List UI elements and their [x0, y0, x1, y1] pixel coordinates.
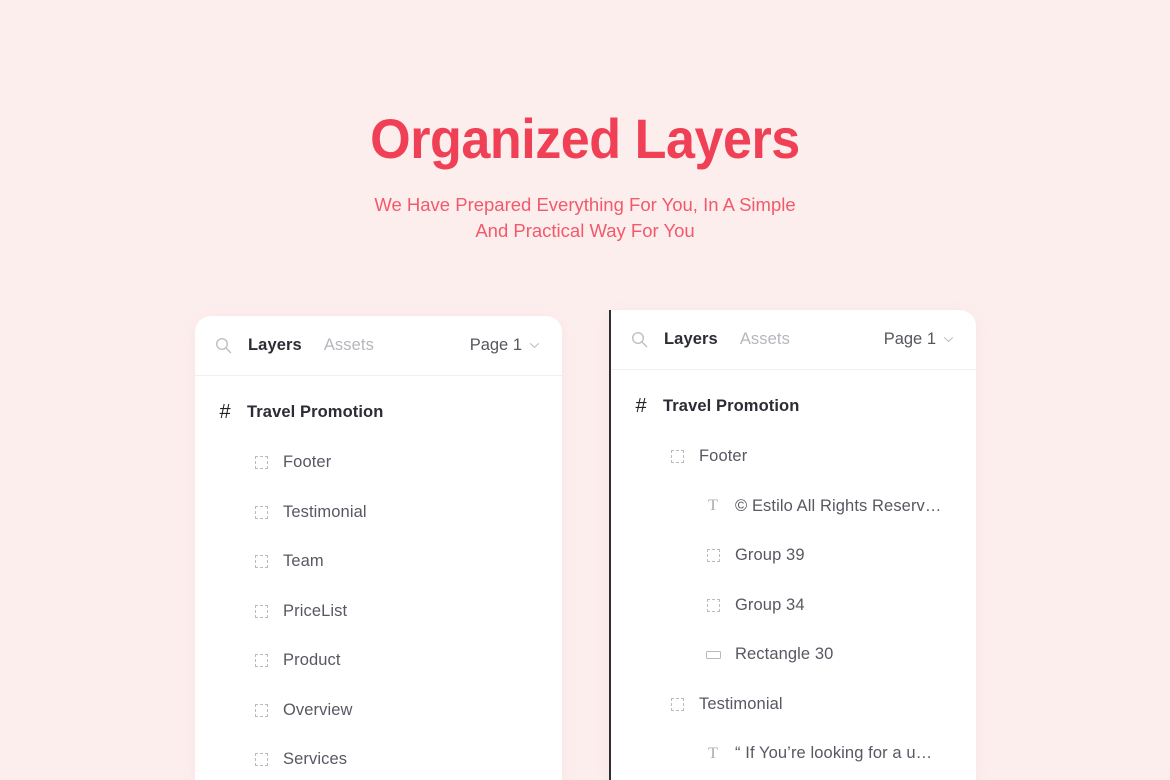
layer-row[interactable]: Group 39	[611, 531, 976, 581]
layer-icon	[251, 750, 271, 770]
frame-icon	[706, 598, 720, 612]
page-selector-label: Page 1	[883, 330, 936, 348]
frame-icon	[670, 697, 684, 711]
layer-row[interactable]: Team	[195, 537, 562, 587]
layer-row[interactable]: T © Estilo All Rights Reserv…	[611, 482, 976, 532]
layer-label: Group 39	[735, 546, 805, 565]
hero-section: Organized Layers We Have Prepared Everyt…	[0, 0, 1170, 245]
layer-row[interactable]: Rectangle 30	[611, 630, 976, 680]
layer-label: Footer	[699, 447, 748, 466]
layer-label: Rectangle 30	[735, 645, 834, 664]
layer-label: Team	[283, 552, 324, 571]
layer-row[interactable]: Footer	[611, 432, 976, 482]
layer-list-left: # Travel Promotion Footer Testimonial Team Pr…	[195, 376, 562, 780]
frame-icon	[670, 450, 684, 464]
layer-label: Services	[283, 750, 348, 769]
layer-label: Travel Promotion	[663, 396, 800, 415]
page-subtitle: We Have Prepared Everything For You, In …	[0, 192, 1170, 246]
layer-row[interactable]: T “ If You’re looking for a u…	[611, 729, 976, 779]
layer-icon	[703, 595, 723, 615]
layer-label: Testimonial	[699, 694, 783, 713]
frame-icon	[254, 654, 268, 668]
frame-icon	[254, 604, 268, 618]
text-icon: T	[708, 744, 718, 762]
layer-icon	[251, 651, 271, 671]
layer-label: © Estilo All Rights Reserv…	[735, 496, 942, 515]
layer-icon	[667, 447, 687, 467]
page-selector[interactable]: Page 1	[470, 336, 540, 355]
layer-row[interactable]: Testimonial	[195, 488, 562, 538]
frame-icon	[254, 505, 268, 519]
page-subtitle-line-2: And Practical Way For You	[475, 220, 695, 242]
layer-row[interactable]: PriceList	[195, 587, 562, 637]
layer-icon: #	[215, 402, 235, 422]
layer-label: PriceList	[283, 601, 348, 620]
layer-row[interactable]: # Travel Promotion	[611, 380, 976, 432]
layer-icon	[251, 601, 271, 621]
layer-label: Travel Promotion	[247, 402, 384, 421]
layer-icon	[251, 552, 271, 572]
layer-row[interactable]: Footer	[195, 438, 562, 488]
layer-icon: T	[703, 496, 723, 516]
layer-row[interactable]: Product	[195, 636, 562, 686]
layer-label: Group 34	[735, 595, 805, 614]
layer-row[interactable]: Group 34	[611, 581, 976, 631]
layer-icon	[703, 546, 723, 566]
chevron-down-icon	[943, 337, 954, 342]
frame-icon	[254, 456, 268, 470]
layer-icon: #	[631, 396, 651, 416]
page-subtitle-line-1: We Have Prepared Everything For You, In …	[374, 193, 796, 215]
frame-icon	[254, 703, 268, 717]
layer-icon	[251, 502, 271, 522]
panel-header-right: Layers Assets Page 1	[611, 310, 976, 370]
layer-icon	[667, 694, 687, 714]
frame-icon	[254, 753, 268, 767]
tab-layers[interactable]: Layers	[664, 330, 718, 349]
layer-icon: T	[703, 744, 723, 764]
layer-row[interactable]: # Travel Promotion	[195, 386, 562, 438]
layers-panel-right: Layers Assets Page 1 # Travel Promotion Fo…	[609, 310, 976, 780]
layer-label: “ If You’re looking for a u…	[735, 744, 933, 763]
layer-row[interactable]: Services	[195, 735, 562, 780]
text-icon: T	[708, 497, 718, 515]
layer-label: Overview	[283, 700, 353, 719]
tab-assets[interactable]: Assets	[740, 330, 790, 349]
page-selector[interactable]: Page 1	[884, 330, 954, 349]
layer-label: Product	[283, 651, 341, 670]
layer-label: Footer	[283, 453, 332, 472]
layer-list-right: # Travel Promotion Footer T © Estilo All Rig…	[611, 370, 976, 779]
layer-icon	[251, 453, 271, 473]
layer-row[interactable]: Overview	[195, 686, 562, 736]
frame-icon	[254, 555, 268, 569]
search-icon[interactable]	[215, 337, 232, 354]
layer-row[interactable]: Testimonial	[611, 680, 976, 730]
layer-icon	[251, 700, 271, 720]
layers-panel-left: Layers Assets Page 1 # Travel Promotion Fo…	[195, 316, 562, 780]
search-icon[interactable]	[631, 331, 648, 348]
hash-icon: #	[219, 401, 231, 423]
rectangle-icon	[705, 650, 721, 659]
layer-icon	[703, 645, 723, 665]
layer-label: Testimonial	[283, 502, 367, 521]
panel-header-left: Layers Assets Page 1	[195, 316, 562, 376]
tab-assets[interactable]: Assets	[324, 336, 374, 355]
tab-layers[interactable]: Layers	[248, 336, 302, 355]
frame-icon	[706, 549, 720, 563]
hash-icon: #	[635, 395, 647, 417]
page-selector-label: Page 1	[469, 336, 522, 354]
page-title: Organized Layers	[370, 107, 800, 170]
chevron-down-icon	[529, 343, 540, 348]
